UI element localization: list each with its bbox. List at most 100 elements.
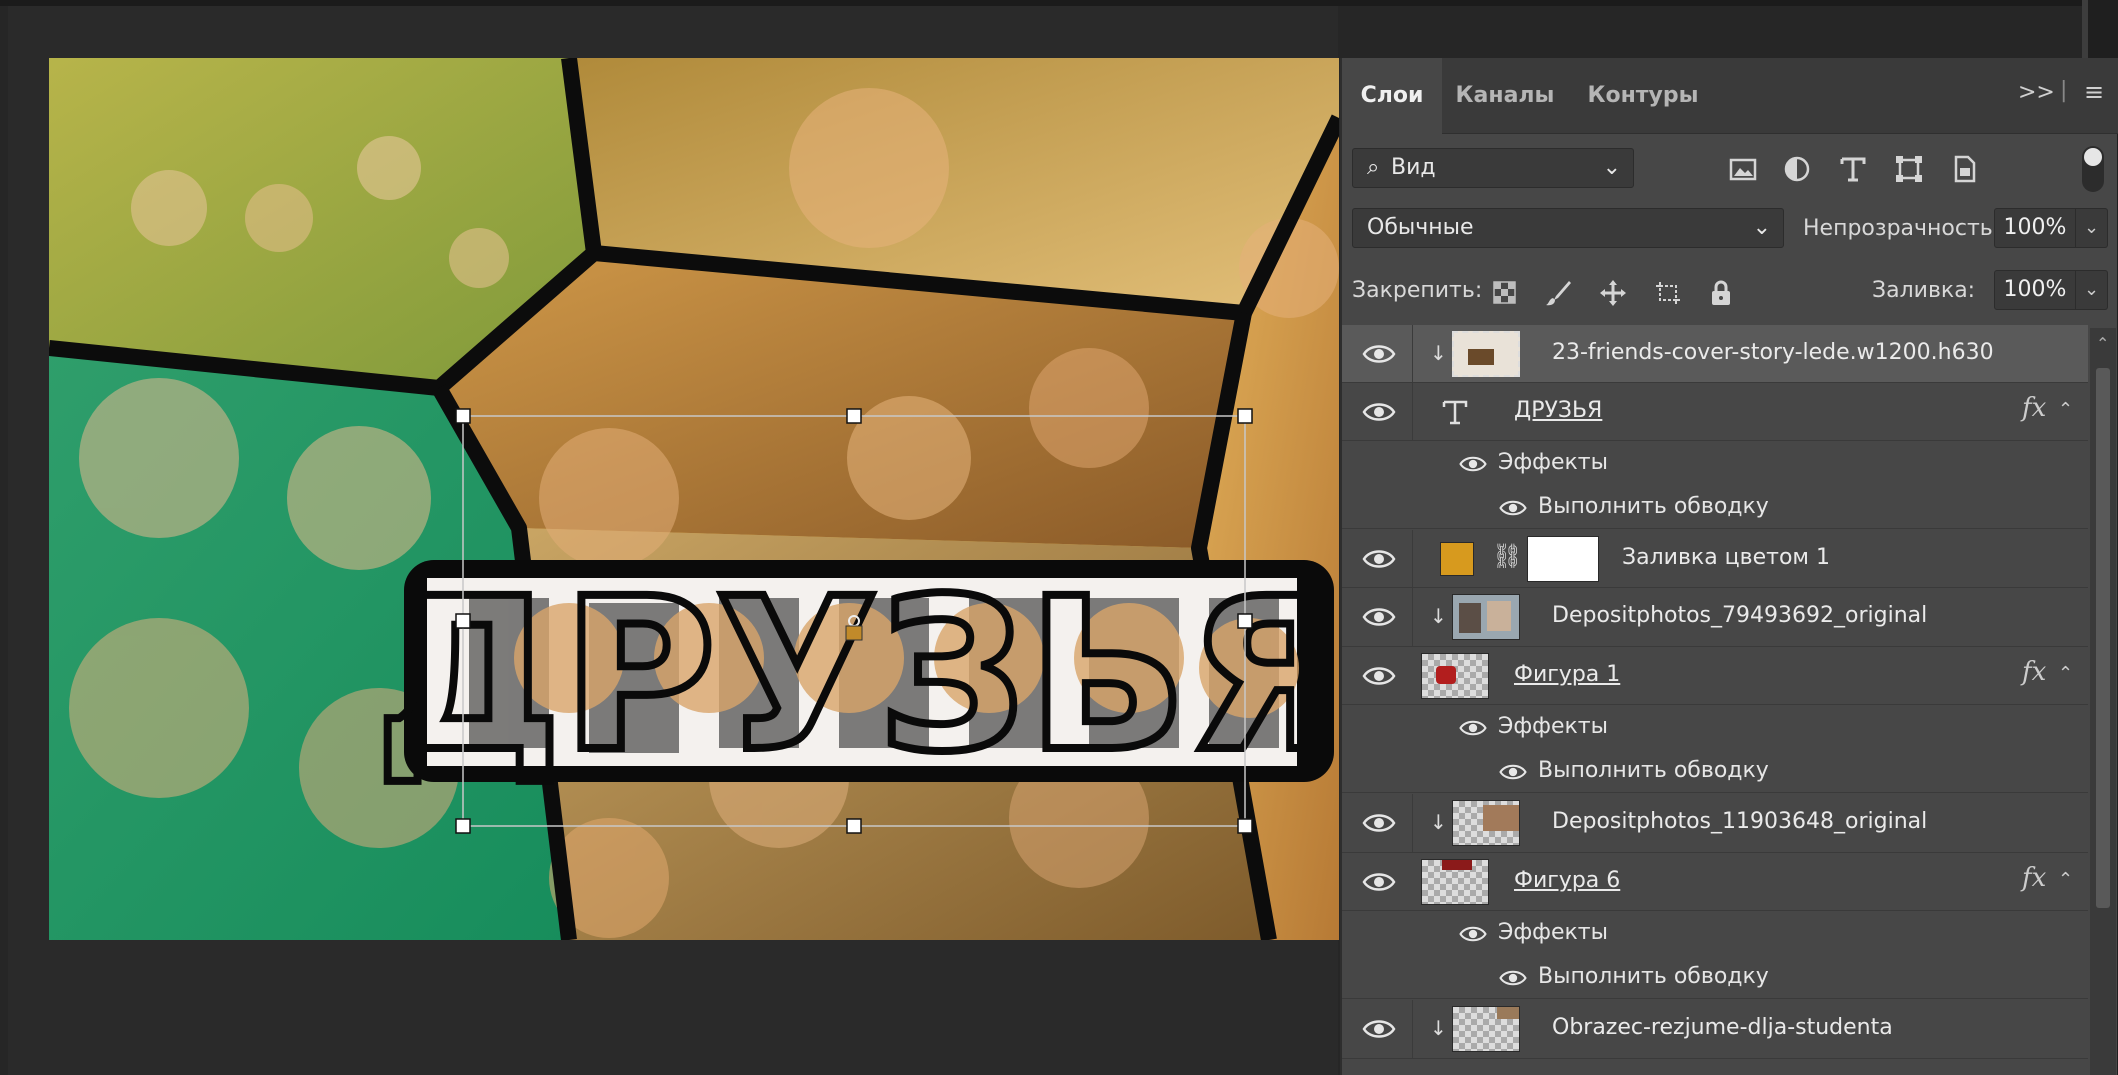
panel-tabs: Слои Каналы Контуры >> | ≡ (1342, 58, 2118, 134)
visibility-eye-icon[interactable] (1498, 762, 1528, 782)
effect-name: Выполнить обводку (1538, 964, 1769, 989)
scroll-up-icon[interactable]: ⌃ (2096, 334, 2109, 353)
visibility-eye-icon[interactable] (1458, 924, 1488, 944)
lock-row: Закрепить: Заливка: 100% ⌄ (1342, 268, 2118, 318)
layer-name[interactable]: 23-friends-cover-story-lede.w1200.h630 (1552, 340, 1994, 365)
effects-row[interactable]: Эффекты (1342, 911, 2088, 955)
photoshop-window: ДРУЗЬЯ Слои Каналы Контуры >> | ≡ ⌕ Вид … (0, 0, 2118, 1075)
blend-mode-select[interactable]: Обычные ⌄ (1352, 208, 1784, 248)
lock-image-pixels-icon[interactable] (1544, 278, 1574, 308)
visibility-eye-icon[interactable] (1362, 1017, 1396, 1041)
type-layer-icon (1442, 400, 1468, 425)
canvas-text: ДРУЗЬЯ (375, 553, 1339, 798)
layer-name[interactable]: ДРУЗЬЯ (1514, 398, 1602, 423)
lock-artboard-icon[interactable] (1652, 278, 1682, 308)
effect-stroke-row[interactable]: Выполнить обводку (1342, 955, 2088, 999)
filter-toggle[interactable] (2082, 146, 2104, 192)
layer-row[interactable]: ↓ Depositphotos_11903648_original (1342, 794, 2088, 853)
shape-layer-filter-icon[interactable] (1894, 154, 1924, 184)
layer-name[interactable]: Заливка цветом 1 (1622, 545, 1830, 570)
layer-mask-thumbnail[interactable] (1527, 536, 1599, 582)
layer-row[interactable]: ⛓ Заливка цветом 1 (1342, 530, 2088, 588)
row-separator (1412, 588, 1413, 646)
fx-icon[interactable]: fx (2022, 393, 2046, 423)
layer-thumbnail (1452, 331, 1520, 377)
link-icon[interactable]: ⛓ (1492, 542, 1522, 570)
visibility-eye-icon[interactable] (1362, 547, 1396, 571)
visibility-eye-icon[interactable] (1362, 870, 1396, 894)
fill-color-swatch[interactable] (1440, 542, 1474, 576)
tab-layers[interactable]: Слои (1342, 58, 1442, 134)
layer-row[interactable]: Фигура 1 fx ⌃ (1342, 647, 2088, 705)
layer-name[interactable]: Depositphotos_11903648_original (1552, 809, 1927, 834)
layer-row[interactable]: Фигура 6 fx ⌃ (1342, 853, 2088, 911)
row-separator (1412, 794, 1413, 852)
layer-name[interactable]: Depositphotos_79493692_original (1552, 603, 1927, 628)
fill-input[interactable]: 100% (1994, 270, 2076, 310)
effect-stroke-row[interactable]: Выполнить обводку (1342, 485, 2088, 529)
expand-panels-button[interactable]: >> (2018, 80, 2055, 105)
panel-menu-icon[interactable]: ≡ (2084, 78, 2104, 106)
fx-icon[interactable]: fx (2022, 657, 2046, 687)
layer-row[interactable]: ДРУЗЬЯ fx ⌃ (1342, 383, 2088, 441)
visibility-eye-icon[interactable] (1458, 454, 1488, 474)
layer-name[interactable]: Фигура 6 (1514, 868, 1620, 893)
fill-label: Заливка: (1872, 278, 1976, 303)
scrollbar-thumb[interactable] (2096, 368, 2110, 908)
dock-grip[interactable] (2082, 0, 2088, 60)
lock-position-icon[interactable] (1598, 278, 1628, 308)
clipping-arrow-icon: ↓ (1430, 604, 1447, 628)
chevron-up-icon[interactable]: ⌃ (2058, 663, 2073, 684)
panel-divider: | (2060, 78, 2068, 103)
opacity-dropdown-button[interactable]: ⌄ (2076, 208, 2108, 248)
smart-object-filter-icon[interactable] (1950, 154, 1980, 184)
tab-channels[interactable]: Каналы (1442, 58, 1568, 134)
visibility-eye-icon[interactable] (1362, 811, 1396, 835)
document-canvas[interactable]: ДРУЗЬЯ (49, 58, 1339, 940)
collage-artwork: ДРУЗЬЯ (49, 58, 1339, 940)
effects-label: Эффекты (1498, 714, 1608, 739)
chevron-up-icon[interactable]: ⌃ (2058, 399, 2073, 420)
opacity-label: Непрозрачность: (1803, 216, 2001, 241)
lock-transparent-pixels-icon[interactable] (1490, 278, 1520, 308)
visibility-eye-icon[interactable] (1458, 718, 1488, 738)
effects-row[interactable]: Эффекты (1342, 705, 2088, 749)
effect-stroke-row[interactable]: Выполнить обводку (1342, 749, 2088, 793)
layers-list: ↓ 23-friends-cover-story-lede.w1200.h630… (1342, 325, 2088, 1075)
lock-all-icon[interactable] (1706, 278, 1736, 308)
opacity-input[interactable]: 100% (1994, 208, 2076, 248)
filter-kind-select[interactable]: ⌕ Вид ⌄ (1352, 148, 1634, 188)
tab-paths[interactable]: Контуры (1568, 58, 1718, 134)
layers-scrollbar[interactable]: ⌃ (2090, 328, 2116, 1075)
layer-row[interactable]: ↓ Depositphotos_79493692_original (1342, 588, 2088, 647)
effects-label: Эффекты (1498, 920, 1608, 945)
layer-name[interactable]: Obrazec-rezjume-dlja-studenta (1552, 1015, 1893, 1040)
visibility-eye-icon[interactable] (1362, 605, 1396, 629)
type-layer-filter-icon[interactable] (1838, 154, 1868, 184)
adjustment-layer-filter-icon[interactable] (1782, 154, 1812, 184)
row-separator (1412, 530, 1413, 587)
layer-row[interactable]: ↓ 23-friends-cover-story-lede.w1200.h630 (1342, 325, 2088, 383)
visibility-eye-icon[interactable] (1498, 498, 1528, 518)
fx-icon[interactable]: fx (2022, 863, 2046, 893)
row-separator (1412, 1000, 1413, 1058)
visibility-eye-icon[interactable] (1362, 342, 1396, 366)
layer-row[interactable]: ↓ Obrazec-rezjume-dlja-studenta (1342, 1000, 2088, 1059)
filter-kind-value: Вид (1391, 155, 1436, 180)
visibility-eye-icon[interactable] (1362, 400, 1396, 424)
effect-name: Выполнить обводку (1538, 494, 1769, 519)
fill-dropdown-button[interactable]: ⌄ (2076, 270, 2108, 310)
filter-row: ⌕ Вид ⌄ (1342, 144, 2118, 194)
layer-thumbnail (1421, 653, 1489, 699)
visibility-eye-icon[interactable] (1498, 968, 1528, 988)
blend-mode-value: Обычные (1367, 215, 1474, 240)
visibility-eye-icon[interactable] (1362, 664, 1396, 688)
layer-name[interactable]: Фигура 1 (1514, 662, 1620, 687)
druzya-text-art: ДРУЗЬЯ (371, 549, 1339, 802)
row-separator (1412, 383, 1413, 440)
chevron-up-icon[interactable]: ⌃ (2058, 869, 2073, 890)
chevron-down-icon: ⌄ (1602, 155, 1621, 180)
chevron-down-icon: ⌄ (1752, 215, 1771, 240)
pixel-layer-filter-icon[interactable] (1728, 154, 1758, 184)
effects-row[interactable]: Эффекты (1342, 441, 2088, 485)
